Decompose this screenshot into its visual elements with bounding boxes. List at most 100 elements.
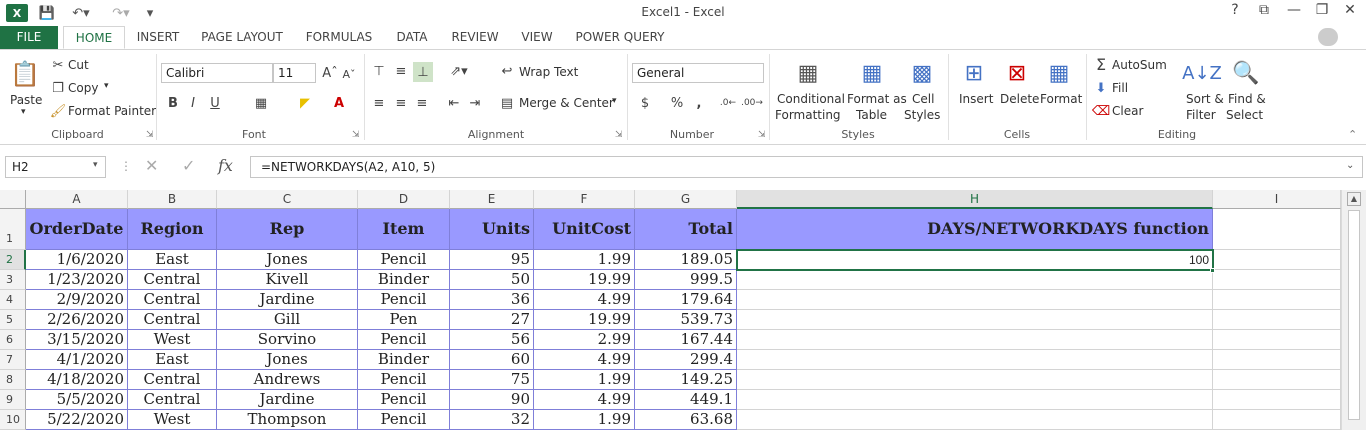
row-header[interactable]: 9 (0, 390, 26, 410)
close-button[interactable]: ✕ (1336, 2, 1364, 22)
tab-home[interactable]: HOME (63, 26, 125, 49)
header-cell-rep[interactable]: Rep (217, 209, 358, 250)
restore-button[interactable]: ❐ (1308, 2, 1336, 22)
cell-total[interactable]: 167.44 (635, 330, 737, 350)
expand-formula-bar-icon[interactable]: ⌄ (1346, 160, 1354, 171)
collapse-ribbon-icon[interactable]: ⌃ (1348, 128, 1357, 141)
cell-units[interactable]: 32 (450, 410, 534, 430)
align-left-icon[interactable]: ≡ (370, 94, 388, 112)
tab-data[interactable]: DATA (390, 26, 434, 49)
find-select-icon[interactable]: 🔍 (1230, 56, 1262, 90)
cell-units[interactable]: 50 (450, 270, 534, 290)
cell-rep[interactable]: Jardine (217, 290, 358, 310)
cell-unitcost[interactable]: 4.99 (534, 290, 635, 310)
find-select-label[interactable]: Find & (1228, 92, 1266, 106)
cell-region[interactable]: West (128, 330, 217, 350)
cell-total[interactable]: 999.5 (635, 270, 737, 290)
row-header[interactable]: 1 (0, 209, 26, 250)
scroll-thumb[interactable] (1348, 210, 1360, 420)
minimize-button[interactable]: — (1280, 2, 1308, 22)
cell-unitcost[interactable]: 2.99 (534, 330, 635, 350)
font-color-icon[interactable]: A (328, 94, 350, 112)
column-header-a[interactable]: A (26, 190, 128, 209)
header-cell-days-networkdays[interactable]: DAYS/NETWORKDAYS function (737, 209, 1213, 250)
cell-rep[interactable]: Jones (217, 250, 358, 270)
column-header-b[interactable]: B (128, 190, 217, 209)
cell-h10[interactable] (737, 410, 1213, 430)
cell-units[interactable]: 27 (450, 310, 534, 330)
format-as-table-label[interactable]: Format as (847, 92, 907, 106)
delete-cells-icon[interactable]: ⊠ (1001, 56, 1033, 90)
cell-orderdate[interactable]: 1/23/2020 (26, 270, 128, 290)
selected-cell-h2[interactable]: 100 (736, 249, 1214, 271)
cell-orderdate[interactable]: 2/26/2020 (26, 310, 128, 330)
header-cell-unitcost[interactable]: UnitCost (534, 209, 635, 250)
cell-region[interactable]: Central (128, 310, 217, 330)
number-launcher-icon[interactable]: ⇲ (758, 130, 766, 140)
cell-item[interactable]: Pencil (358, 290, 450, 310)
cell-total[interactable]: 449.1 (635, 390, 737, 410)
cell-units[interactable]: 90 (450, 390, 534, 410)
paste-button[interactable]: Paste (10, 93, 42, 107)
decrease-decimal-icon[interactable]: .00→ (741, 94, 763, 112)
cell-region[interactable]: Central (128, 270, 217, 290)
cell-units[interactable]: 60 (450, 350, 534, 370)
cell-item[interactable]: Pencil (358, 330, 450, 350)
cell-total[interactable]: 149.25 (635, 370, 737, 390)
column-header-g[interactable]: G (635, 190, 737, 209)
format-cells-button[interactable]: Format (1040, 92, 1082, 106)
cell-h9[interactable] (737, 390, 1213, 410)
decrease-indent-icon[interactable]: ⇤ (445, 94, 463, 112)
orientation-icon[interactable]: ⇗▾ (445, 62, 473, 80)
cell-unitcost[interactable]: 1.99 (534, 250, 635, 270)
alignment-launcher-icon[interactable]: ⇲ (615, 130, 623, 140)
cell-styles-icon[interactable]: ▩ (906, 56, 938, 90)
delete-cells-button[interactable]: Delete (1000, 92, 1039, 106)
cell-units[interactable]: 36 (450, 290, 534, 310)
cell-i4[interactable] (1213, 290, 1341, 310)
align-center-icon[interactable]: ≡ (392, 94, 410, 112)
underline-button[interactable]: U (206, 94, 224, 112)
tab-formulas[interactable]: FORMULAS (300, 26, 378, 49)
cell-item[interactable]: Pencil (358, 250, 450, 270)
cell-item[interactable]: Pencil (358, 390, 450, 410)
row-header[interactable]: 10 (0, 410, 26, 430)
sort-filter-icon[interactable]: A↓Z (1182, 56, 1222, 90)
cell-total[interactable]: 539.73 (635, 310, 737, 330)
help-button[interactable]: ? (1221, 2, 1249, 22)
clipboard-launcher-icon[interactable]: ⇲ (146, 130, 154, 140)
shrink-font-icon[interactable]: Aˇ (342, 66, 356, 82)
confirm-entry-icon[interactable]: ✓ (182, 156, 195, 175)
tab-view[interactable]: VIEW (516, 26, 558, 49)
header-cell-item[interactable]: Item (358, 209, 450, 250)
name-box-dropdown-icon[interactable]: ▾ (93, 160, 98, 170)
autosum-button[interactable]: AutoSum (1112, 58, 1167, 72)
row-header[interactable]: 8 (0, 370, 26, 390)
format-as-table-label-2[interactable]: Table (856, 108, 887, 122)
cell-region[interactable]: Central (128, 370, 217, 390)
increase-indent-icon[interactable]: ⇥ (466, 94, 484, 112)
row-header[interactable]: 7 (0, 350, 26, 370)
account-avatar[interactable] (1318, 28, 1338, 46)
insert-function-button[interactable]: fx (218, 156, 233, 175)
italic-button[interactable]: I (184, 94, 202, 112)
cell-item[interactable]: Pen (358, 310, 450, 330)
row-header[interactable]: 6 (0, 330, 26, 350)
fill-handle[interactable] (1210, 268, 1215, 273)
cell-item[interactable]: Binder (358, 350, 450, 370)
borders-icon[interactable]: ▦ (250, 94, 272, 112)
cell-unitcost[interactable]: 4.99 (534, 390, 635, 410)
row-header[interactable]: 4 (0, 290, 26, 310)
select-all-corner[interactable] (0, 190, 26, 209)
cell-orderdate[interactable]: 4/1/2020 (26, 350, 128, 370)
cell-i6[interactable] (1213, 330, 1341, 350)
cell-i5[interactable] (1213, 310, 1341, 330)
conditional-formatting-icon[interactable]: ▦ (792, 56, 824, 90)
fill-color-icon[interactable]: ◤ (294, 94, 316, 112)
cell-total[interactable]: 189.05 (635, 250, 737, 270)
cell-orderdate[interactable]: 1/6/2020 (26, 250, 128, 270)
sort-filter-label-2[interactable]: Filter (1186, 108, 1216, 122)
cell-units[interactable]: 95 (450, 250, 534, 270)
tab-power-query[interactable]: POWER QUERY (572, 26, 668, 49)
cell-item[interactable]: Pencil (358, 410, 450, 430)
